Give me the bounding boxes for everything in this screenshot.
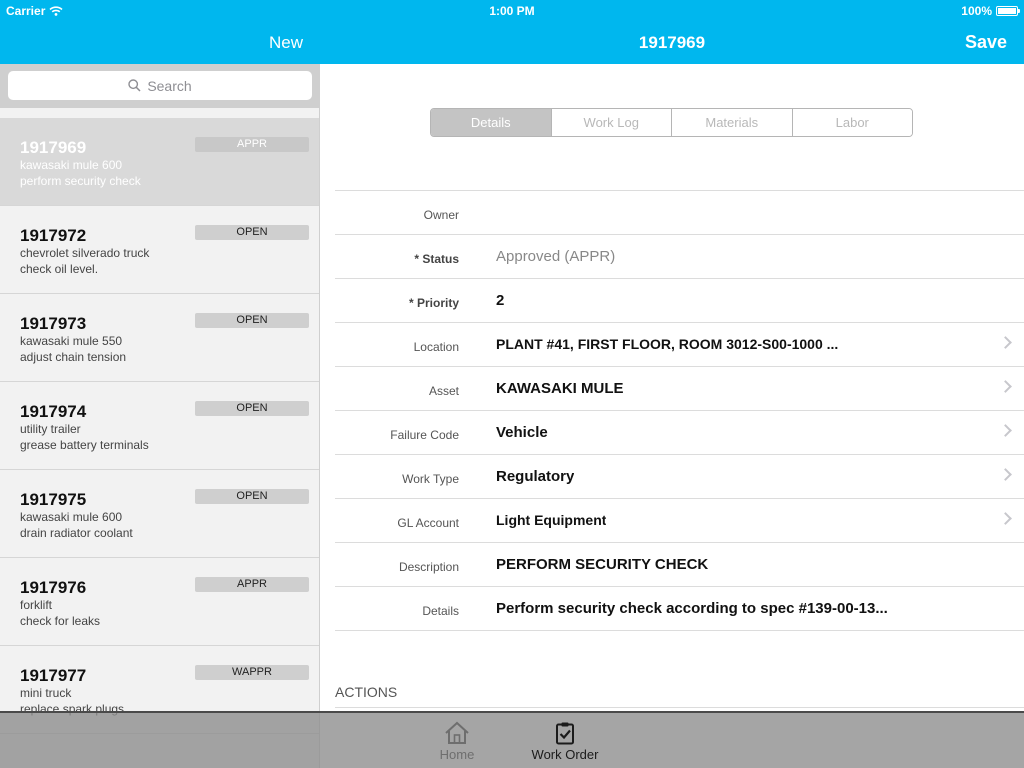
failure-code-value: Vehicle [496,424,548,441]
details-label: Details [422,604,459,618]
work-order-asset: kawasaki mule 600 [20,158,123,172]
work-order-detail-pane: Details Work Log Materials Labor Owner *… [320,64,1024,768]
divider [335,707,1024,708]
status-badge: OPEN [195,489,309,504]
status-row[interactable]: * Status Approved (APPR) [335,235,1024,279]
save-button[interactable]: Save [965,32,1007,53]
detail-tabs: Details Work Log Materials Labor [430,108,913,137]
search-input[interactable]: Search [8,71,312,100]
search-placeholder: Search [147,77,192,94]
failure-code-label: Failure Code [390,428,459,442]
gl-account-label: GL Account [397,516,459,530]
description-value: PERFORM SECURITY CHECK [496,556,709,573]
details-value: Perform security check according to spec… [496,600,888,617]
status-label: * Status [414,252,459,266]
list-item[interactable]: 1917972 chevrolet silverado truck check … [0,206,319,294]
tab-home-label: Home [439,747,475,762]
list-item[interactable]: 1917975 kawasaki mule 600 drain radiator… [0,470,319,558]
work-order-list-pane: Search 1917969 kawasaki mule 600 perform… [0,64,320,768]
list-item[interactable]: 1917974 utility trailer grease battery t… [0,382,319,470]
description-row[interactable]: Description PERFORM SECURITY CHECK [335,543,1024,587]
priority-label: * Priority [408,296,459,310]
chevron-right-icon [999,468,1012,481]
status-badge: OPEN [195,225,309,240]
asset-label: Asset [428,384,459,398]
status-badge: OPEN [195,313,309,328]
status-badge: APPR [195,137,309,152]
tab-materials[interactable]: Materials [672,109,793,136]
owner-label: Owner [423,208,459,222]
work-order-id: 1917976 [20,578,87,597]
work-order-asset: kawasaki mule 550 [20,334,123,348]
new-button[interactable]: New [269,33,303,53]
tab-bar: Home Work Order [0,711,1024,768]
status-badge: OPEN [195,401,309,416]
work-type-row[interactable]: Work Type Regulatory [335,455,1024,499]
home-icon [445,721,469,744]
work-order-id: 1917969 [20,138,87,157]
work-order-asset: forklift [20,598,53,612]
description-label: Description [398,560,459,574]
chevron-right-icon [999,336,1012,349]
chevron-right-icon [999,424,1012,437]
work-order-asset: mini truck [20,686,72,700]
work-order-id: 1917974 [20,402,87,421]
status-badge: WAPPR [195,665,309,680]
tab-details[interactable]: Details [431,109,552,136]
status-value: Approved (APPR) [496,248,616,265]
list-item[interactable]: 1917976 forklift check for leaks APPR [0,558,319,646]
search-icon [128,79,141,92]
work-order-task: grease battery terminals [20,438,149,452]
asset-row[interactable]: Asset KAWASAKI MULE [335,367,1024,411]
battery-percent: 100% [961,4,992,18]
tab-labor[interactable]: Labor [792,109,912,136]
work-order-task: adjust chain tension [20,350,127,364]
battery-icon [996,6,1020,16]
list-item[interactable]: 1917969 kawasaki mule 600 perform securi… [0,118,319,206]
asset-value: KAWASAKI MULE [496,380,624,397]
details-row[interactable]: Details Perform security check according… [335,587,1024,631]
work-type-value: Regulatory [496,468,575,485]
work-order-task: drain radiator coolant [20,526,133,540]
navigation-bar: Carrier 1:00 PM 100% New 1917969 Save [0,0,1024,64]
work-order-asset: utility trailer [20,422,81,436]
failure-code-row[interactable]: Failure Code Vehicle [335,411,1024,455]
location-value: PLANT #41, FIRST FLOOR, ROOM 3012-S00-10… [496,336,839,352]
work-order-id: 1917972 [20,226,87,245]
work-type-label: Work Type [402,472,459,486]
location-label: Location [413,340,459,354]
list-item[interactable]: 1917973 kawasaki mule 550 adjust chain t… [0,294,319,382]
gl-account-value: Light Equipment [496,512,607,528]
work-order-id: 1917975 [20,490,87,509]
work-order-id: 1917977 [20,666,87,685]
priority-row[interactable]: * Priority 2 [335,279,1024,323]
tab-work-order-label: Work Order [531,747,599,762]
work-order-asset: chevrolet silverado truck [20,246,150,260]
status-bar: Carrier 1:00 PM 100% [0,0,1024,20]
work-order-asset: kawasaki mule 600 [20,510,123,524]
search-bar: Search [0,64,319,108]
work-order-task: check oil level. [20,262,99,276]
actions-section-header: ACTIONS [335,684,398,700]
owner-row[interactable]: Owner [335,191,1024,235]
clipboard-check-icon [556,722,574,745]
tab-home[interactable]: Home [412,721,502,762]
work-order-id: 1917973 [20,314,87,333]
detail-form: Owner * Status Approved (APPR) * Priorit… [335,190,1024,631]
chevron-right-icon [999,380,1012,393]
location-row[interactable]: Location PLANT #41, FIRST FLOOR, ROOM 30… [335,323,1024,367]
work-order-task: check for leaks [20,614,101,628]
tab-work-log[interactable]: Work Log [551,109,672,136]
chevron-right-icon [999,512,1012,525]
clock: 1:00 PM [489,4,535,18]
work-order-list: 1917969 kawasaki mule 600 perform securi… [0,118,319,734]
priority-value: 2 [496,292,505,309]
gl-account-row[interactable]: GL Account Light Equipment [335,499,1024,543]
status-badge: APPR [195,577,309,592]
work-order-task: perform security check [20,174,141,188]
battery-indicator: 100% [961,4,1020,18]
tab-work-order[interactable]: Work Order [520,721,610,762]
page-title: 1917969 [638,33,706,52]
